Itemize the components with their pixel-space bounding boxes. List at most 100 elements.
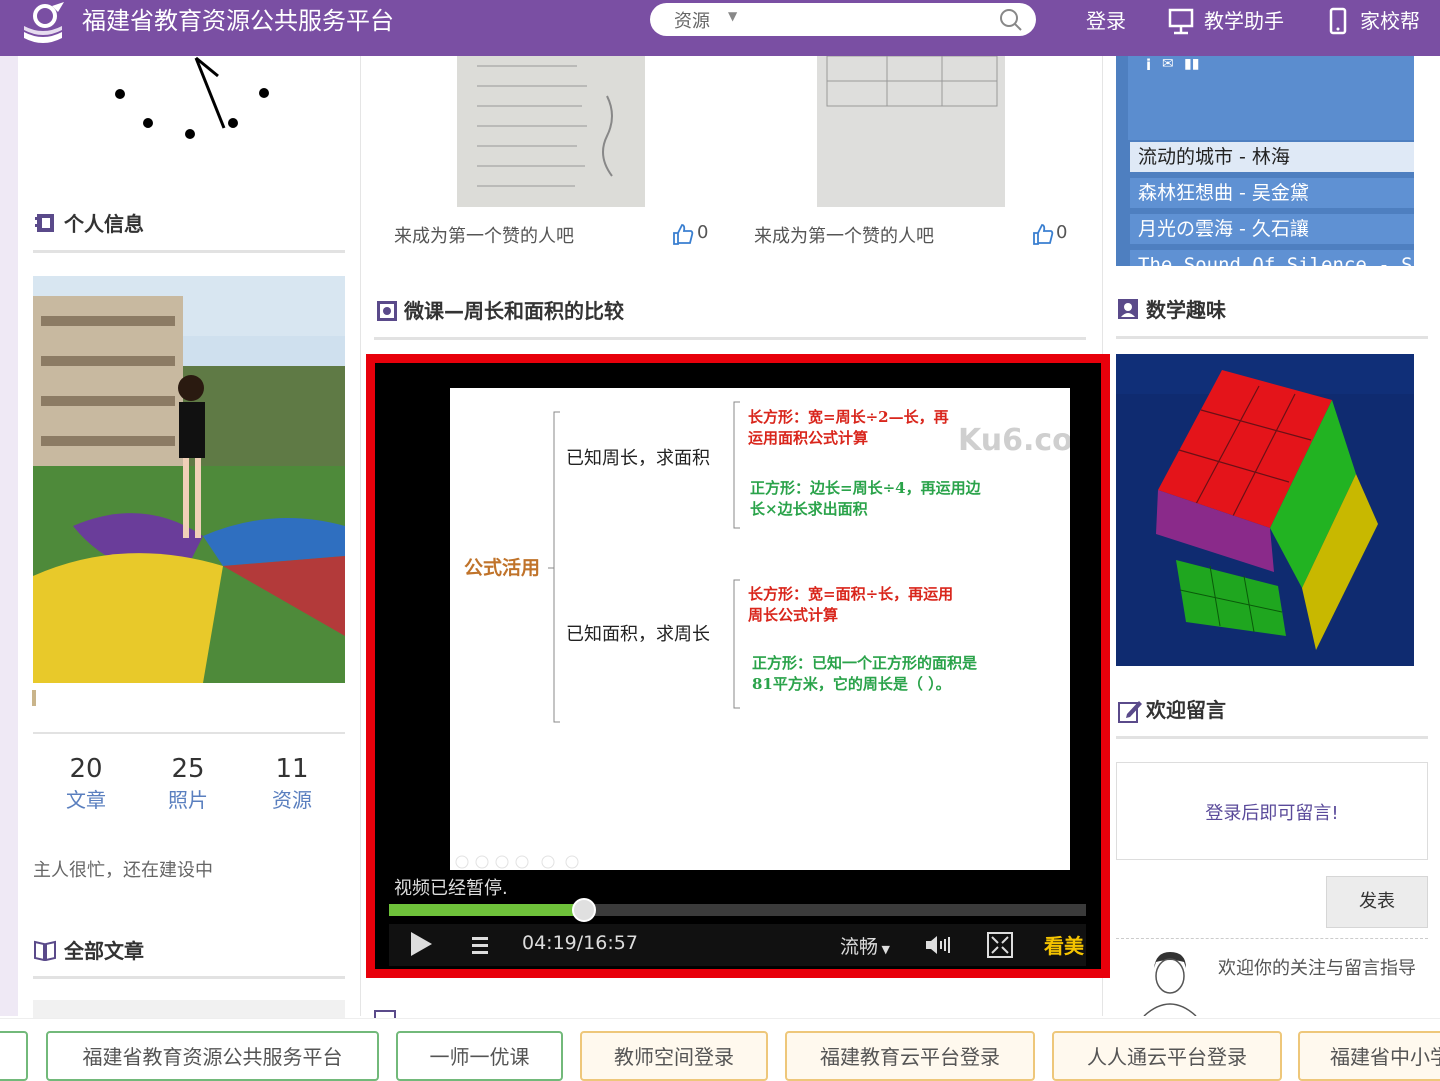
quality-select[interactable]: 流畅 ▼ (840, 932, 890, 959)
next-section-stub (374, 1010, 494, 1018)
section-rule (374, 337, 1086, 340)
section-rule (33, 976, 345, 979)
avatar-note: 欢迎你的关注与留言指导 (1218, 958, 1416, 979)
section-rule (33, 250, 345, 253)
music-player-header: i ✉ ▮▮ (1128, 56, 1414, 140)
stat-label: 文章 (66, 788, 106, 812)
stat-label: 资源 (272, 788, 312, 812)
section-rule (33, 732, 345, 734)
stat-value: 25 (171, 754, 205, 784)
music-player: i ✉ ▮▮ 流动的城市 - 林海 森林狂想曲 - 吴金黛 月光の雲海 - 久石… (1116, 56, 1414, 266)
edit-icon (1118, 701, 1142, 723)
slide-text: 正方形：边长=周长÷4，再运用边 (750, 479, 982, 497)
resource-thumbnail[interactable] (817, 56, 1005, 207)
photo-caption-marker (32, 690, 36, 706)
video-controls (389, 924, 1086, 966)
stat-articles[interactable]: 20 文章 (46, 752, 126, 814)
quality-label: 流畅 (840, 936, 879, 958)
slide-text: 81平方米，它的周长是（ ）。 (752, 675, 951, 693)
top-bar: 福建省教育资源公共服务平台 资源 ▼ 登录 教学助手 家校帮 (0, 0, 1440, 56)
fullscreen-icon[interactable] (986, 931, 1014, 959)
stat-value: 20 (69, 754, 103, 784)
rubiks-cube-animation[interactable] (1116, 354, 1414, 666)
login-link[interactable]: 登录 (1086, 6, 1126, 36)
search-type-select[interactable]: 资源 (674, 7, 710, 33)
post-button[interactable]: 发表 (1326, 876, 1428, 928)
playlist-track[interactable]: The Sound Of Silence - Silence (1130, 250, 1414, 266)
teaching-assistant-link[interactable]: 教学助手 (1204, 6, 1284, 36)
playlist-track[interactable]: 森林狂想曲 - 吴金黛 (1130, 178, 1414, 208)
stat-label: 照片 (168, 788, 208, 812)
progress-fill (389, 904, 585, 916)
bottom-link[interactable]: 人人通云平台登录 (1052, 1031, 1282, 1081)
slide-branch: 已知周长，求面积 (566, 448, 710, 469)
playlist-icon[interactable] (470, 934, 490, 956)
bottom-link[interactable]: 福建省教育资源公共服务平台 (46, 1031, 379, 1081)
section-rule (1116, 736, 1428, 739)
progress-handle[interactable] (572, 898, 597, 922)
book-icon (34, 940, 56, 961)
column-divider (360, 56, 361, 1016)
like-count: 0 (1056, 222, 1068, 243)
info-icon[interactable]: i (1146, 56, 1151, 74)
clock-widget (115, 56, 269, 139)
math-fun-title: 数学趣味 (1146, 298, 1226, 322)
welcome-message-title: 欢迎留言 (1146, 698, 1226, 722)
like-prompt[interactable]: 来成为第一个赞的人吧 (394, 222, 574, 248)
stats-row: 20 文章 25 照片 11 资源 (34, 752, 344, 822)
volume-icon[interactable] (924, 932, 952, 958)
stat-resources[interactable]: 11 资源 (252, 752, 332, 814)
paused-message: 视频已经暂停. (394, 878, 508, 899)
site-title[interactable]: 福建省教育资源公共服务平台 (82, 6, 394, 36)
profile-photo[interactable] (33, 276, 345, 683)
article-list-stub (33, 1000, 345, 1018)
signal-icon[interactable]: ▮▮ (1184, 56, 1199, 72)
avatar[interactable] (1136, 946, 1202, 1016)
caret-down-icon: ▼ (878, 943, 890, 956)
left-edge-strip (0, 56, 18, 1016)
bottom-link-bar: 福建省教育资源公共服务平台 一师一优课 教师空间登录 福建教育云平台登录 人人通… (0, 1018, 1440, 1081)
bottom-link[interactable]: 教师空间登录 (580, 1031, 768, 1081)
personal-info-title: 个人信息 (64, 212, 144, 236)
stat-photos[interactable]: 25 照片 (148, 752, 228, 814)
bottom-link[interactable]: 福建省中小学 (1298, 1031, 1440, 1081)
bottom-link[interactable]: 一师一优课 (396, 1031, 563, 1081)
slide-text: 长方形：宽=面积÷长，再运用 (748, 585, 953, 603)
chevron-down-icon[interactable]: ▼ (728, 9, 737, 23)
video-watermark: Ku6.com (958, 423, 1070, 458)
monitor-icon (1168, 8, 1194, 35)
slide-text: 运用面积公式计算 (748, 429, 868, 447)
profile-card-icon (35, 214, 54, 232)
video-slide: 公式活用 已知周长，求面积 长方形：宽=周长÷2—长，再 运用面积公式计算 正方… (450, 388, 1104, 870)
user-card-icon (1118, 299, 1138, 319)
search-bar: 资源 ▼ (650, 3, 1036, 36)
phone-icon (1329, 7, 1347, 35)
home-school-link[interactable]: 家校帮 (1360, 6, 1420, 36)
play-icon[interactable] (408, 930, 434, 958)
playlist-track[interactable]: 流动的城市 - 林海 (1130, 142, 1414, 172)
bottom-link-partial[interactable] (0, 1031, 28, 1081)
stat-value: 11 (275, 754, 309, 784)
slide-branch: 已知面积，求周长 (566, 624, 710, 645)
progress-bar[interactable] (389, 898, 1086, 922)
microlesson-title: 微课—周长和面积的比较 (404, 299, 624, 323)
platform-logo[interactable] (18, 2, 68, 50)
mail-icon[interactable]: ✉ (1162, 56, 1174, 72)
comment-divider (1116, 938, 1428, 939)
thumbs-up-icon[interactable] (1032, 222, 1054, 246)
slide-text: 周长公式计算 (748, 606, 838, 624)
search-icon[interactable] (998, 7, 1024, 33)
thumbs-up-icon[interactable] (672, 222, 694, 246)
bottom-link[interactable]: 福建教育云平台登录 (785, 1031, 1035, 1081)
playlist-track[interactable]: 月光の雲海 - 久石讓 (1130, 214, 1414, 244)
owner-note: 主人很忙，还在建设中 (33, 860, 213, 881)
film-icon (377, 301, 397, 321)
slide-text: 长方形：宽=周长÷2—长，再 (748, 408, 949, 426)
resource-thumbnail[interactable] (457, 56, 645, 207)
slide-root: 公式活用 (464, 556, 540, 579)
login-to-comment-link[interactable]: 登录后即可留言! (1117, 799, 1427, 825)
all-articles-title: 全部文章 (64, 939, 144, 963)
like-prompt[interactable]: 来成为第一个赞的人吧 (754, 222, 934, 248)
comment-box[interactable]: 登录后即可留言! (1116, 762, 1428, 860)
watch-more-link[interactable]: 看美 (1044, 930, 1084, 959)
